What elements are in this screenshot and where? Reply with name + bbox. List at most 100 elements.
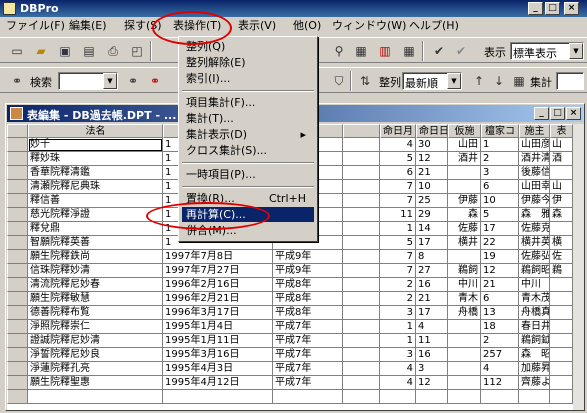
table-cell[interactable]: 2 <box>380 278 416 292</box>
table-cell[interactable]: 22 <box>481 236 519 250</box>
table-cell[interactable]: 釋信善 <box>28 194 163 208</box>
table-cell[interactable]: 8 <box>416 250 448 264</box>
table-cell[interactable]: 慈光院釋淨證 <box>28 208 163 222</box>
table-cell[interactable] <box>550 348 573 362</box>
table-cell[interactable] <box>343 390 380 404</box>
table-cell[interactable] <box>550 320 573 334</box>
table-cell[interactable] <box>343 208 380 222</box>
row-header[interactable] <box>7 292 28 306</box>
table-cell[interactable] <box>448 334 481 348</box>
table-cell[interactable]: 3 <box>416 362 448 376</box>
table-cell[interactable]: 16 <box>416 278 448 292</box>
table-cell[interactable]: 鵜飼 <box>448 264 481 278</box>
minimize-icon[interactable]: _ <box>534 107 549 120</box>
table-cell[interactable] <box>550 390 573 404</box>
table-cell[interactable]: 酒 <box>550 152 573 166</box>
table-cell[interactable]: 1995年4月3日 <box>163 362 273 376</box>
minimize-icon[interactable]: _ <box>528 2 543 15</box>
menu-window[interactable]: ウィンドウ(W) <box>332 19 406 33</box>
table-cell[interactable]: 平成7年 <box>273 376 343 390</box>
sort-desc-icon[interactable]: ↓ <box>490 72 508 90</box>
table-cell[interactable]: 平成8年 <box>273 306 343 320</box>
table-cell[interactable]: 21 <box>481 278 519 292</box>
table-cell[interactable]: 6 <box>481 180 519 194</box>
column-header[interactable]: 法名 <box>28 124 163 138</box>
table-cell[interactable]: 6 <box>380 166 416 180</box>
table-cell[interactable] <box>550 166 573 180</box>
table-cell[interactable]: 森 雅昭 <box>519 208 550 222</box>
row-header[interactable] <box>7 334 28 348</box>
form-icon[interactable]: ▥ <box>376 42 394 60</box>
table-cell[interactable]: 齊藤よし子 <box>519 376 550 390</box>
close-icon[interactable]: × <box>564 2 579 15</box>
table-cell[interactable] <box>519 390 550 404</box>
table-cell[interactable]: 平成9年 <box>273 264 343 278</box>
filter-icon[interactable]: ⛉ <box>330 72 348 90</box>
table-cell[interactable] <box>550 362 573 376</box>
table-cell[interactable]: 19 <box>481 250 519 264</box>
menu-item[interactable]: 項目集計(F)... <box>182 95 314 110</box>
preview-icon[interactable]: ◰ <box>128 42 146 60</box>
table-cell[interactable]: 鵜飼昭三 <box>519 264 550 278</box>
open-icon[interactable]: ▰ <box>32 42 50 60</box>
table-cell[interactable]: 中川 <box>448 278 481 292</box>
maximize-icon[interactable]: □ <box>545 2 560 15</box>
table-cell[interactable]: 1995年4月12日 <box>163 376 273 390</box>
column-header[interactable] <box>343 124 380 138</box>
table-cell[interactable] <box>448 376 481 390</box>
uncheck-icon[interactable]: ✔ <box>452 42 470 60</box>
row-header[interactable] <box>7 180 28 194</box>
row-header[interactable] <box>7 166 28 180</box>
row-header[interactable] <box>7 348 28 362</box>
table-cell[interactable]: 4 <box>416 320 448 334</box>
table-row[interactable]: 清流院釋尼妙春1996年2月16日平成8年 216中川21中川 晃 <box>7 278 573 292</box>
column-header[interactable]: 檀家コ <box>481 124 519 138</box>
table-cell[interactable]: 山 <box>550 138 573 152</box>
table-cell[interactable]: 1997年7月8日 <box>163 250 273 264</box>
column-header[interactable]: 施主 <box>519 124 550 138</box>
table-cell[interactable]: 中川 晃 <box>519 278 550 292</box>
table-cell[interactable]: 德善院釋布覧 <box>28 306 163 320</box>
table-cell[interactable]: 證誠院釋尼妙清 <box>28 334 163 348</box>
table-cell[interactable]: 4 <box>380 138 416 152</box>
row-header[interactable] <box>7 264 28 278</box>
table-row[interactable]: 德善院釋布覧1996年3月17日平成8年 317舟橋13舟橋真紀 <box>7 306 573 320</box>
search-input[interactable]: ▼ <box>58 72 118 90</box>
table-cell[interactable]: 13 <box>481 306 519 320</box>
table-cell[interactable]: 17 <box>416 306 448 320</box>
table-cell[interactable]: 佐藤 <box>448 222 481 236</box>
table-row[interactable]: 淨蓮院釋孔亮1995年4月3日平成7年434加藤昇三 <box>7 362 573 376</box>
table-cell[interactable] <box>28 390 163 404</box>
table-cell[interactable]: 淨蓮院釋孔亮 <box>28 362 163 376</box>
table-row[interactable]: 信珠院釋妙清1997年7月27日平成9年 727鵜飼12鵜飼昭三鵜 <box>7 264 573 278</box>
row-header[interactable] <box>7 138 28 152</box>
search-icon[interactable]: ⚭ <box>146 72 164 90</box>
row-header[interactable] <box>7 124 28 138</box>
find-icon[interactable]: ⚲ <box>330 42 348 60</box>
table-cell[interactable]: 平成7年 <box>273 362 343 376</box>
table-cell[interactable]: 21 <box>416 292 448 306</box>
table-cell[interactable] <box>343 250 380 264</box>
table-cell[interactable]: 7 <box>380 180 416 194</box>
table-cell[interactable]: 12 <box>481 264 519 278</box>
column-header[interactable]: 仮施 <box>448 124 481 138</box>
table-cell[interactable]: 平成8年 <box>273 292 343 306</box>
chevron-down-icon[interactable]: ▼ <box>103 73 117 89</box>
table-cell[interactable]: 18 <box>481 320 519 334</box>
table-cell[interactable]: 112 <box>481 376 519 390</box>
table-cell[interactable]: 1996年3月17日 <box>163 306 273 320</box>
menu-edit[interactable]: 編集(E) <box>69 19 107 33</box>
table-cell[interactable] <box>448 320 481 334</box>
table-cell[interactable]: 257 <box>481 348 519 362</box>
table-cell[interactable]: 平成8年 <box>273 278 343 292</box>
menu-file[interactable]: ファイル(F) <box>6 19 65 33</box>
aggregate-select[interactable] <box>556 72 584 90</box>
table-row[interactable]: 願生院釋聖惠1995年4月12日平成7年 412 112齊藤よし子 <box>7 376 573 390</box>
table-cell[interactable]: 1996年2月21日 <box>163 292 273 306</box>
table-cell[interactable] <box>550 334 573 348</box>
row-header[interactable] <box>7 236 28 250</box>
menu-item[interactable]: 集計表示(D) ▸ <box>182 127 314 142</box>
table-cell[interactable]: 舟橋真紀 <box>519 306 550 320</box>
table-cell[interactable]: 2 <box>481 152 519 166</box>
table-cell[interactable]: 佐 <box>550 250 573 264</box>
